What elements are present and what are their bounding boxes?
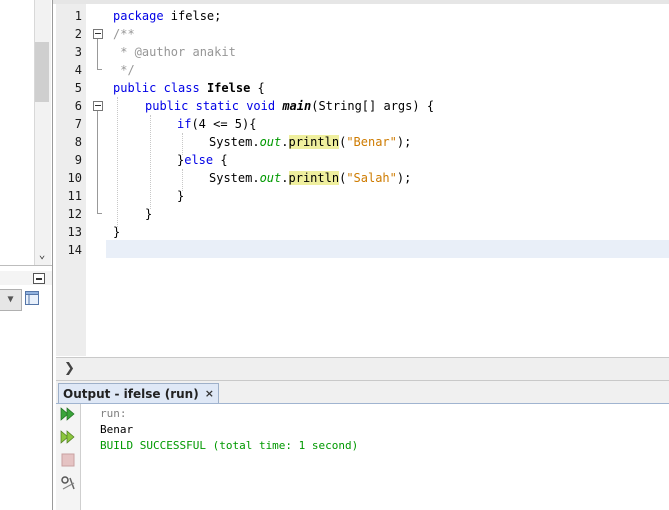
line-number: 13 bbox=[67, 225, 82, 239]
navigator-scrollbar[interactable] bbox=[34, 0, 51, 265]
rerun-icon[interactable] bbox=[60, 406, 76, 422]
code-line: System.out.println("Salah"); bbox=[209, 171, 412, 185]
line-number: 2 bbox=[74, 27, 82, 41]
code-line: * @author anakit bbox=[113, 45, 236, 59]
line-number: 1 bbox=[74, 9, 82, 23]
divider bbox=[0, 265, 52, 266]
line-number: 3 bbox=[74, 45, 82, 59]
line-number: 4 bbox=[74, 63, 82, 77]
stop-icon[interactable] bbox=[60, 452, 76, 468]
breadcrumb-arrow-icon[interactable]: ❯ bbox=[64, 361, 75, 376]
fold-collapse-icon[interactable] bbox=[93, 101, 103, 111]
tab-output[interactable]: Output - ifelse (run) × bbox=[58, 383, 219, 403]
line-number: 5 bbox=[74, 81, 82, 95]
line-number: 8 bbox=[74, 135, 82, 149]
line-number: 9 bbox=[74, 153, 82, 167]
code-line: } bbox=[113, 225, 121, 239]
navigator-scroll-thumb[interactable] bbox=[35, 42, 49, 102]
rerun-options-icon[interactable] bbox=[60, 429, 76, 445]
code-line: if(4 <= 5){ bbox=[177, 117, 257, 131]
line-number: 10 bbox=[67, 171, 82, 185]
code-line: */ bbox=[113, 63, 135, 77]
code-line: } bbox=[145, 207, 153, 221]
breadcrumb bbox=[56, 357, 669, 381]
indent-guide bbox=[150, 115, 151, 209]
minimize-icon[interactable] bbox=[33, 273, 45, 284]
members-view-icon[interactable] bbox=[25, 291, 39, 305]
output-line: Benar bbox=[100, 423, 134, 436]
indent-guide bbox=[117, 97, 118, 227]
output-line: run: bbox=[100, 407, 127, 420]
code-line: /** bbox=[113, 27, 135, 41]
scroll-down-icon[interactable]: ⌄ bbox=[34, 247, 50, 263]
current-line-highlight bbox=[106, 240, 669, 258]
code-line: System.out.println("Benar"); bbox=[209, 135, 412, 149]
fold-column bbox=[86, 4, 106, 356]
fold-end bbox=[97, 69, 102, 70]
code-line: }else { bbox=[177, 153, 228, 167]
output-console[interactable] bbox=[82, 404, 669, 510]
build-status: BUILD SUCCESSFUL (total time: 1 second) bbox=[100, 439, 359, 452]
fold-line bbox=[97, 39, 98, 69]
line-number: 7 bbox=[74, 117, 82, 131]
output-tab-label: Output - ifelse (run) bbox=[63, 386, 199, 401]
chevron-down-icon[interactable]: ▼ bbox=[0, 289, 22, 311]
code-line: } bbox=[177, 189, 185, 203]
line-number: 14 bbox=[67, 243, 82, 257]
fold-end bbox=[97, 213, 102, 214]
fold-collapse-icon[interactable] bbox=[93, 29, 103, 39]
line-number: 6 bbox=[74, 99, 82, 113]
line-number: 11 bbox=[67, 189, 82, 203]
close-icon[interactable]: × bbox=[205, 385, 214, 403]
code-line: package ifelse; bbox=[113, 9, 222, 23]
code-line: public class Ifelse { bbox=[113, 81, 265, 95]
line-number: 12 bbox=[67, 207, 82, 221]
settings-icon[interactable] bbox=[60, 475, 76, 491]
code-line: public static void main(String[] args) { bbox=[145, 99, 435, 113]
fold-line bbox=[97, 111, 98, 213]
